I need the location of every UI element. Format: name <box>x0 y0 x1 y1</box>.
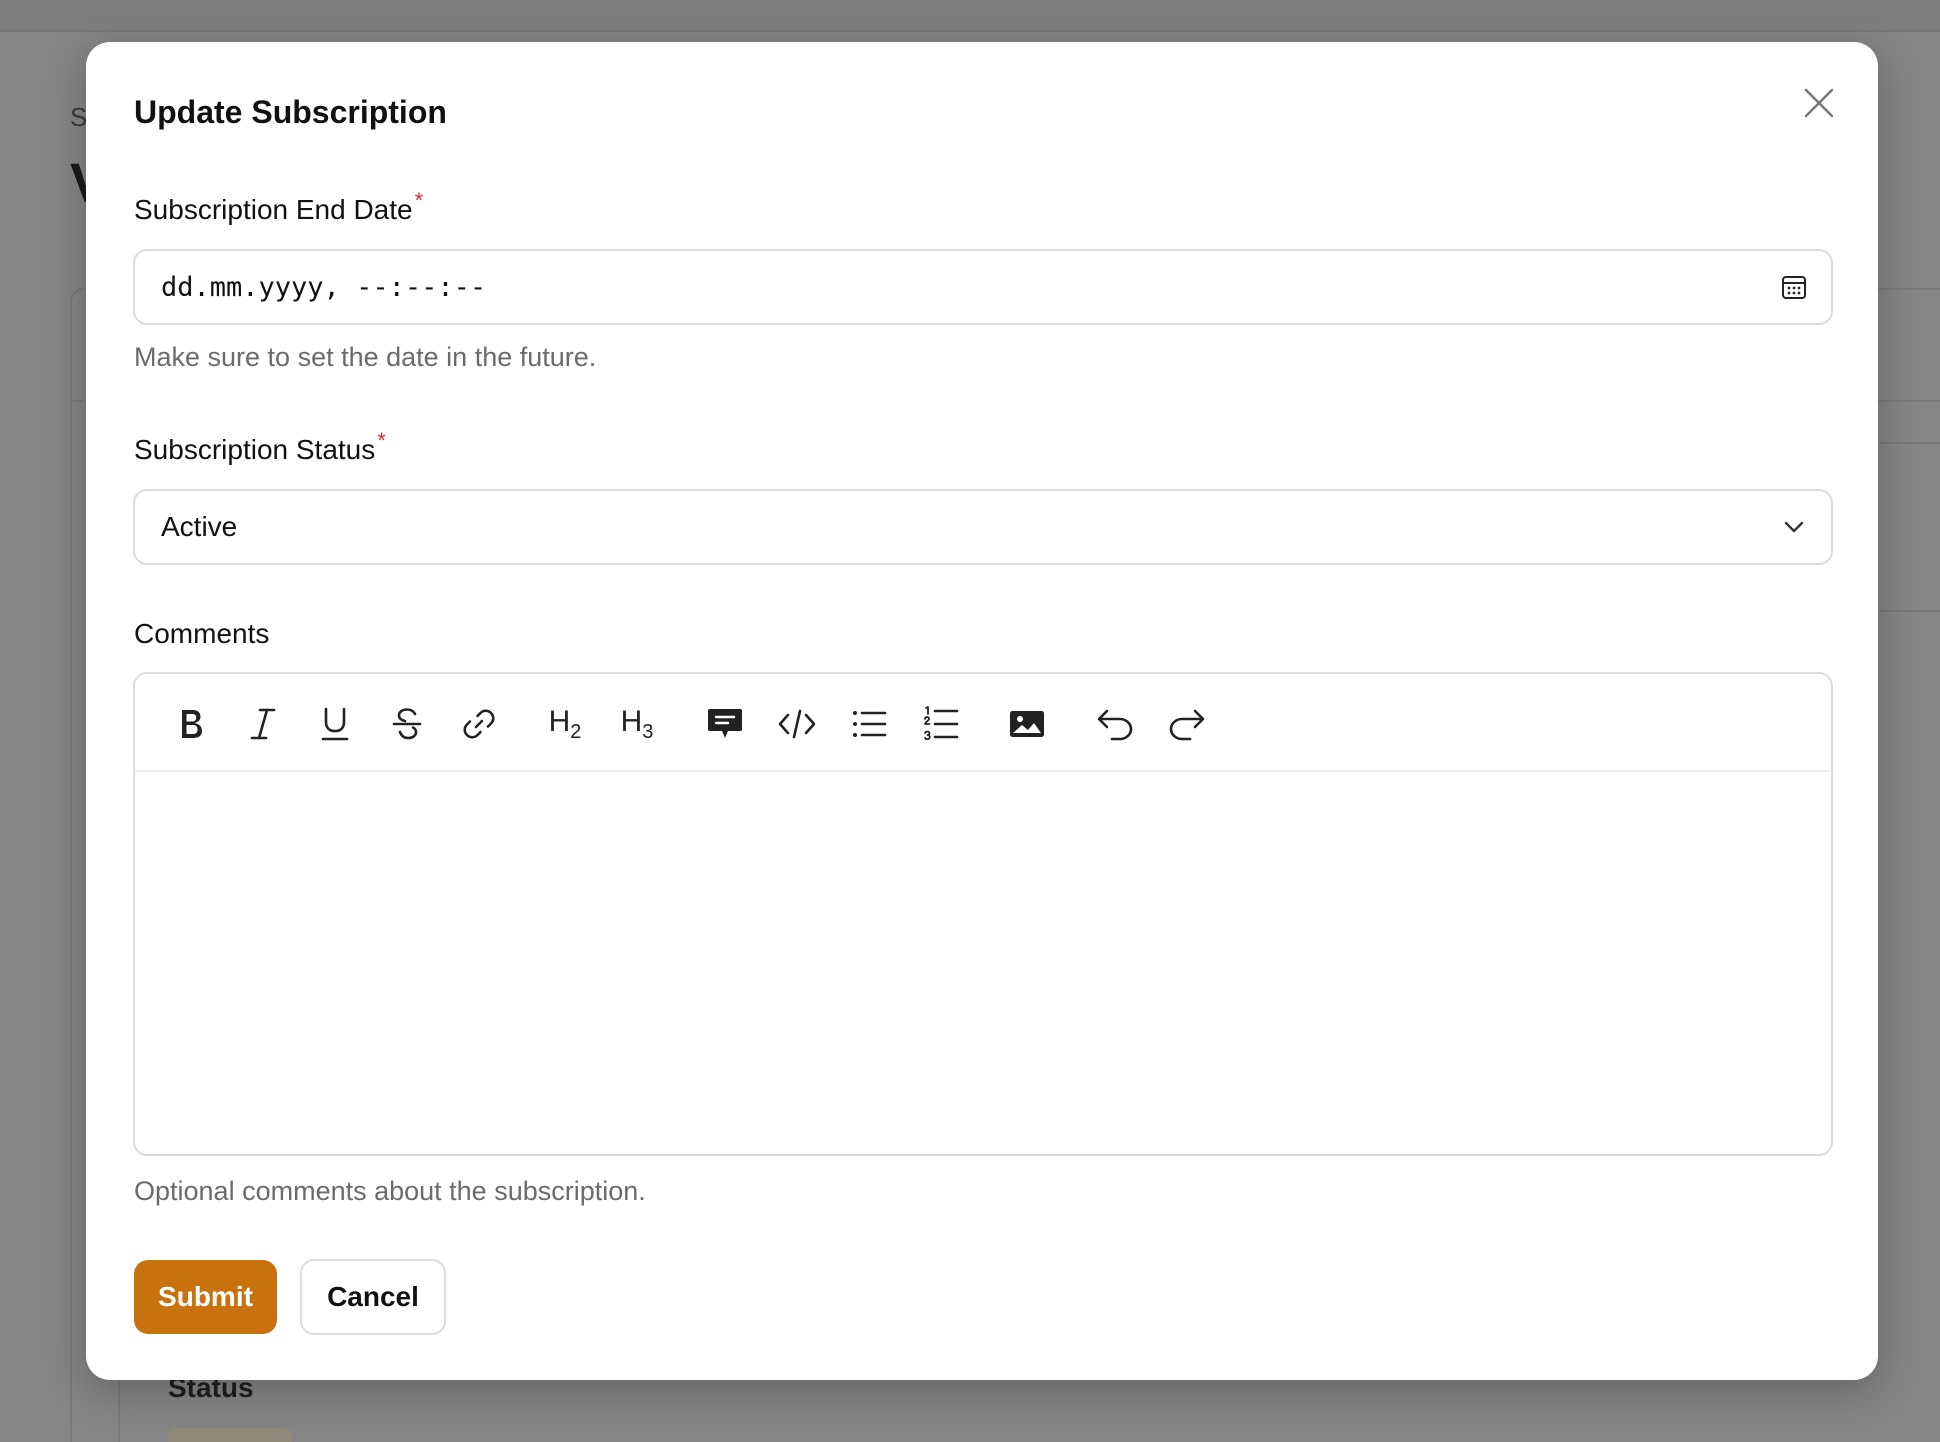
ordered-list-icon <box>924 706 959 741</box>
italic-icon <box>250 708 276 740</box>
image-icon <box>1010 711 1044 737</box>
strikethrough-button[interactable] <box>383 700 431 748</box>
strikethrough-icon <box>392 708 422 740</box>
calendar-icon <box>1782 276 1806 299</box>
underline-button[interactable] <box>311 700 359 748</box>
heading-3-level: 3 <box>642 720 654 743</box>
submit-button[interactable]: Submit <box>134 1260 277 1334</box>
required-marker: * <box>414 188 424 213</box>
heading-3-icon: H3 <box>621 705 654 744</box>
link-icon <box>463 709 495 739</box>
status-select[interactable]: Active <box>133 489 1833 565</box>
heading-3-button[interactable]: H3 <box>613 700 661 748</box>
cancel-button[interactable]: Cancel <box>300 1259 446 1335</box>
comments-label: Comments <box>134 618 270 649</box>
status-dropdown-toggle[interactable] <box>1777 510 1811 544</box>
comments-hint: Optional comments about the subscription… <box>134 1176 646 1206</box>
background-divider <box>118 1380 120 1442</box>
comments-editor: H2 H3 <box>133 672 1833 1156</box>
end-date-label-text: Subscription End Date <box>134 194 413 225</box>
status-label-text: Subscription Status <box>134 434 376 465</box>
calendar-button[interactable] <box>1777 270 1811 304</box>
heading-2-letter: H <box>548 704 571 738</box>
end-date-input[interactable]: dd.mm.yyyy, --:--:-- <box>133 249 1833 325</box>
redo-icon <box>1169 709 1205 741</box>
close-button[interactable] <box>1796 80 1842 126</box>
heading-3-letter: H <box>620 704 643 738</box>
bold-button[interactable] <box>167 700 215 748</box>
blockquote-button[interactable] <box>701 700 749 748</box>
bullet-list-button[interactable] <box>845 700 893 748</box>
image-button[interactable] <box>1003 700 1051 748</box>
background-topbar <box>0 0 1940 32</box>
end-date-hint: Make sure to set the date in the future. <box>134 342 597 372</box>
redo-button[interactable] <box>1163 700 1211 748</box>
status-selected-value: Active <box>161 511 238 542</box>
background-divider <box>1880 610 1940 612</box>
heading-2-level: 2 <box>570 720 582 743</box>
heading-2-button[interactable]: H2 <box>541 700 589 748</box>
comments-text-area[interactable] <box>135 772 1831 1154</box>
status-label: Subscription Status* <box>134 428 386 466</box>
required-marker: * <box>377 428 386 453</box>
ordered-list-button[interactable] <box>917 700 965 748</box>
background-status-badge <box>168 1428 292 1442</box>
link-button[interactable] <box>455 700 503 748</box>
end-date-value: dd.mm.yyyy, --:--:-- <box>161 271 487 303</box>
end-date-label: Subscription End Date* <box>134 188 423 226</box>
code-button[interactable] <box>773 700 821 748</box>
heading-2-icon: H2 <box>549 705 582 744</box>
blockquote-icon <box>708 709 742 738</box>
italic-button[interactable] <box>239 700 287 748</box>
chevron-down-icon <box>1784 521 1804 533</box>
underline-icon <box>321 707 349 741</box>
close-icon <box>1804 88 1834 118</box>
undo-button[interactable] <box>1091 700 1139 748</box>
undo-icon <box>1097 709 1133 741</box>
background-divider <box>1880 442 1940 444</box>
bullet-list-icon <box>853 711 887 737</box>
code-icon <box>778 709 816 739</box>
dialog-title: Update Subscription <box>134 94 447 130</box>
background-breadcrumb: S <box>70 102 88 132</box>
editor-toolbar: H2 H3 <box>135 674 1831 772</box>
update-subscription-dialog: Update Subscription Subscription End Dat… <box>86 42 1878 1380</box>
bold-icon <box>182 710 202 738</box>
